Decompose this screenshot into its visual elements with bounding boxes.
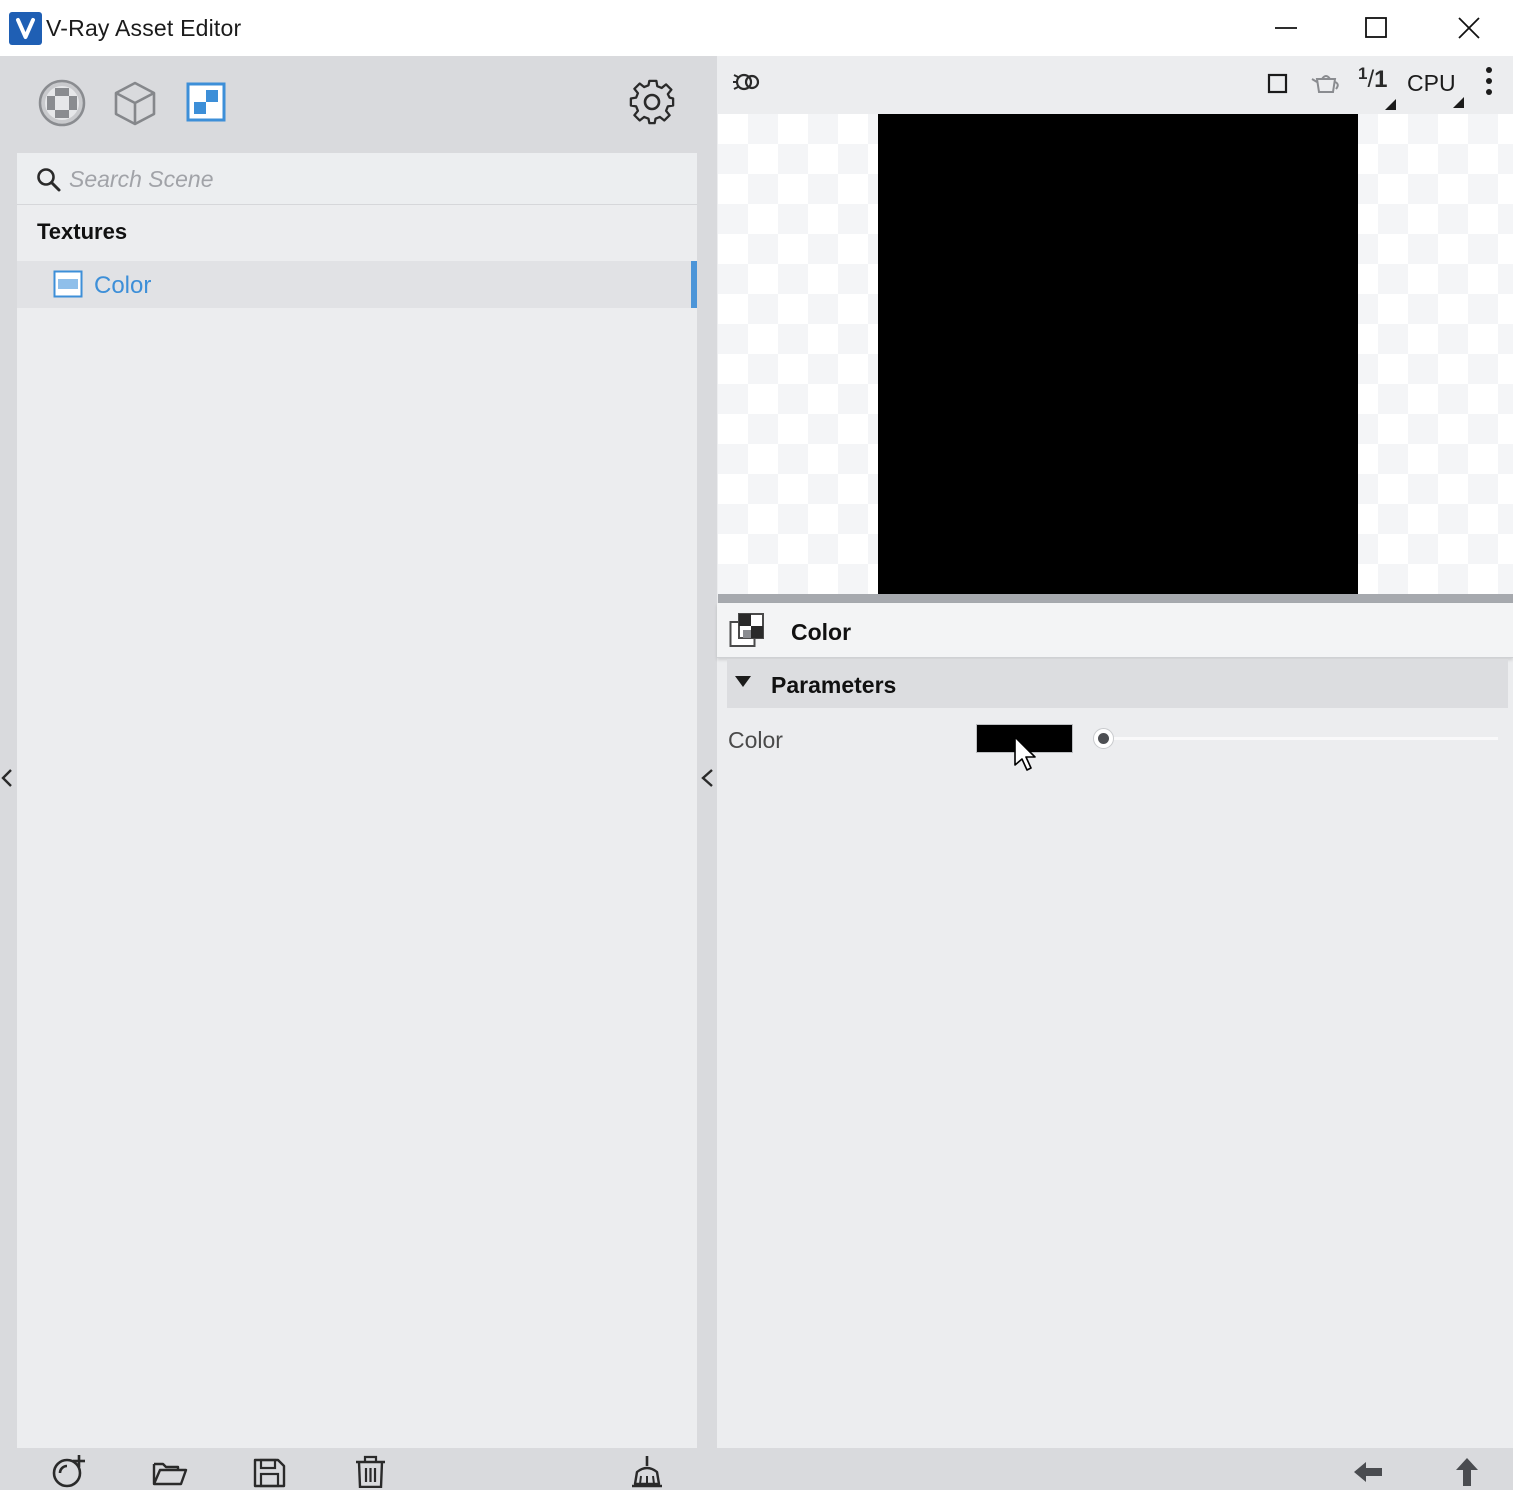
preview-light-button[interactable]: [731, 66, 765, 102]
texture-item-icon: [53, 270, 83, 298]
open-folder-icon: [152, 1462, 188, 1486]
preview-render-image: [878, 114, 1358, 594]
search-bar: [17, 153, 697, 205]
section-title-textures: Textures: [37, 219, 128, 244]
teapot-icon: [1311, 75, 1339, 93]
go-to-parent-button[interactable]: [1449, 1454, 1487, 1488]
cube-icon: [114, 81, 156, 126]
asset-header: Color: [717, 603, 1513, 658]
save-button[interactable]: [251, 1454, 289, 1488]
title-bar: V-Ray Asset Editor: [0, 0, 1513, 56]
save-icon: [253, 1458, 286, 1488]
create-asset-button[interactable]: [50, 1454, 88, 1488]
material-preview: [718, 114, 1513, 594]
open-file-button[interactable]: [151, 1454, 189, 1488]
close-icon: [1458, 17, 1480, 39]
resolution-ratio-button[interactable]: 1/1: [1358, 64, 1388, 94]
rollout-title: Parameters: [771, 672, 897, 698]
geometry-tab[interactable]: [110, 78, 160, 128]
purge-unused-button[interactable]: [629, 1454, 667, 1488]
minimize-icon: [1275, 27, 1297, 29]
more-options-button[interactable]: [1479, 66, 1499, 102]
collapse-list-button[interactable]: [698, 760, 716, 796]
texture-icon: [186, 82, 226, 122]
vray-logo-icon: [9, 12, 42, 45]
preview-splitter[interactable]: [718, 594, 1513, 603]
asset-list: Textures Color: [17, 153, 697, 1448]
search-icon: [37, 168, 61, 192]
render-engine-button[interactable]: CPU: [1407, 70, 1456, 97]
list-item[interactable]: Color: [17, 261, 697, 308]
close-button[interactable]: [1421, 0, 1513, 56]
asset-list-panel: Textures Color: [0, 56, 717, 1490]
render-region-button[interactable]: [1266, 66, 1290, 102]
minimize-button[interactable]: [1240, 0, 1332, 56]
color-param-label: Color: [728, 727, 783, 753]
list-item-label: Color: [94, 272, 152, 299]
maximize-icon: [1365, 17, 1387, 38]
up-arrow-icon: [1456, 1458, 1478, 1486]
asset-name: Color: [791, 619, 852, 645]
gear-icon: [629, 79, 675, 125]
caret-down-icon: [735, 676, 751, 687]
engine-dropdown-indicator: [1453, 97, 1464, 108]
textures-tab[interactable]: [182, 78, 232, 128]
chevron-left-icon: [1, 769, 12, 787]
purge-icon: [632, 1456, 662, 1488]
collapse-left-panel-button[interactable]: [0, 760, 16, 796]
color-slider-track[interactable]: [1097, 737, 1498, 740]
search-input[interactable]: [69, 162, 669, 196]
preview-toolbar: 1/1 CPU: [717, 56, 1513, 114]
bottom-toolbar: [0, 1448, 1513, 1490]
create-asset-icon: [52, 1455, 85, 1488]
settings-button[interactable]: [624, 74, 680, 130]
window-title: V-Ray Asset Editor: [46, 15, 242, 41]
maximize-button[interactable]: [1330, 0, 1422, 56]
delete-icon: [356, 1455, 385, 1488]
preview-scene-button[interactable]: [1309, 66, 1343, 102]
selection-indicator: [691, 261, 697, 308]
chevron-left-icon: [701, 769, 713, 787]
asset-properties-panel: 1/1 CPU Color Parameters Color: [717, 56, 1513, 1448]
ratio-denominator: 1: [1374, 66, 1388, 93]
more-icon: [1486, 67, 1492, 95]
render-region-icon: [1267, 73, 1288, 94]
color-slider-handle[interactable]: [1093, 728, 1114, 749]
back-button[interactable]: [1350, 1454, 1388, 1488]
delete-button[interactable]: [352, 1454, 390, 1488]
parameters-rollout[interactable]: Parameters: [727, 659, 1508, 708]
preview-light-icon: [733, 73, 760, 91]
texture-asset-icon: [729, 612, 765, 648]
back-arrow-icon: [1354, 1462, 1382, 1482]
materials-tab[interactable]: [37, 78, 87, 128]
ratio-dropdown-indicator: [1385, 99, 1396, 110]
color-swatch[interactable]: [976, 724, 1073, 753]
material-sphere-icon: [38, 79, 86, 127]
